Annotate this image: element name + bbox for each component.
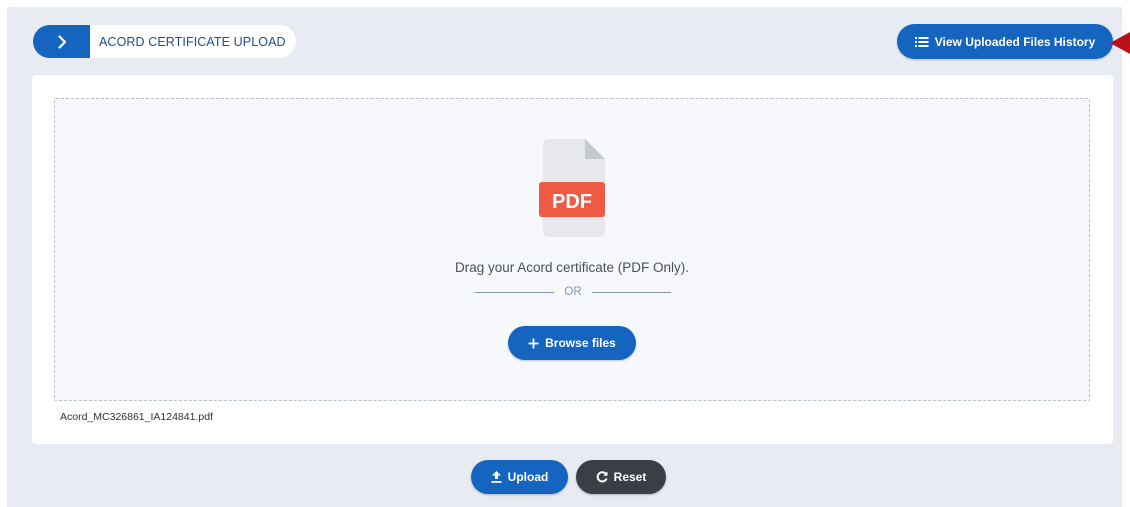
file-dropzone[interactable]: PDF Drag your Acord certificate (PDF Onl… (54, 98, 1090, 401)
plus-icon (528, 338, 539, 349)
pdf-badge-label: PDF (552, 191, 592, 213)
selected-file-name: Acord_MC326861_IA124841.pdf (60, 411, 213, 423)
divider-line-left (475, 291, 555, 293)
upload-icon (491, 471, 502, 483)
reset-label: Reset (613, 470, 647, 484)
view-history-button[interactable]: View Uploaded Files History (897, 24, 1113, 59)
list-icon (914, 36, 929, 48)
drag-instruction: Drag your Acord certificate (PDF Only). (454, 260, 690, 275)
or-label: OR (564, 286, 582, 298)
sidebar-toggle-button[interactable] (33, 25, 90, 58)
reset-icon (596, 471, 608, 483)
browse-files-label: Browse files (545, 336, 616, 350)
browse-files-button[interactable]: Browse files (508, 326, 636, 360)
page-header: ACORD CERTIFICATE UPLOAD (33, 25, 296, 58)
chevron-right-icon (55, 34, 69, 49)
or-divider: OR (475, 284, 671, 300)
page-title: ACORD CERTIFICATE UPLOAD (99, 34, 286, 49)
app-frame: ACORD CERTIFICATE UPLOAD View Uploaded F… (7, 7, 1122, 507)
view-history-label: View Uploaded Files History (934, 34, 1096, 49)
reset-button[interactable]: Reset (576, 460, 666, 494)
upload-label: Upload (507, 470, 549, 484)
pointer-marker (1110, 32, 1130, 54)
upload-card: PDF Drag your Acord certificate (PDF Onl… (32, 75, 1113, 444)
upload-button[interactable]: Upload (471, 460, 568, 494)
divider-line-right (591, 291, 671, 293)
pdf-file-icon: PDF (539, 139, 605, 237)
